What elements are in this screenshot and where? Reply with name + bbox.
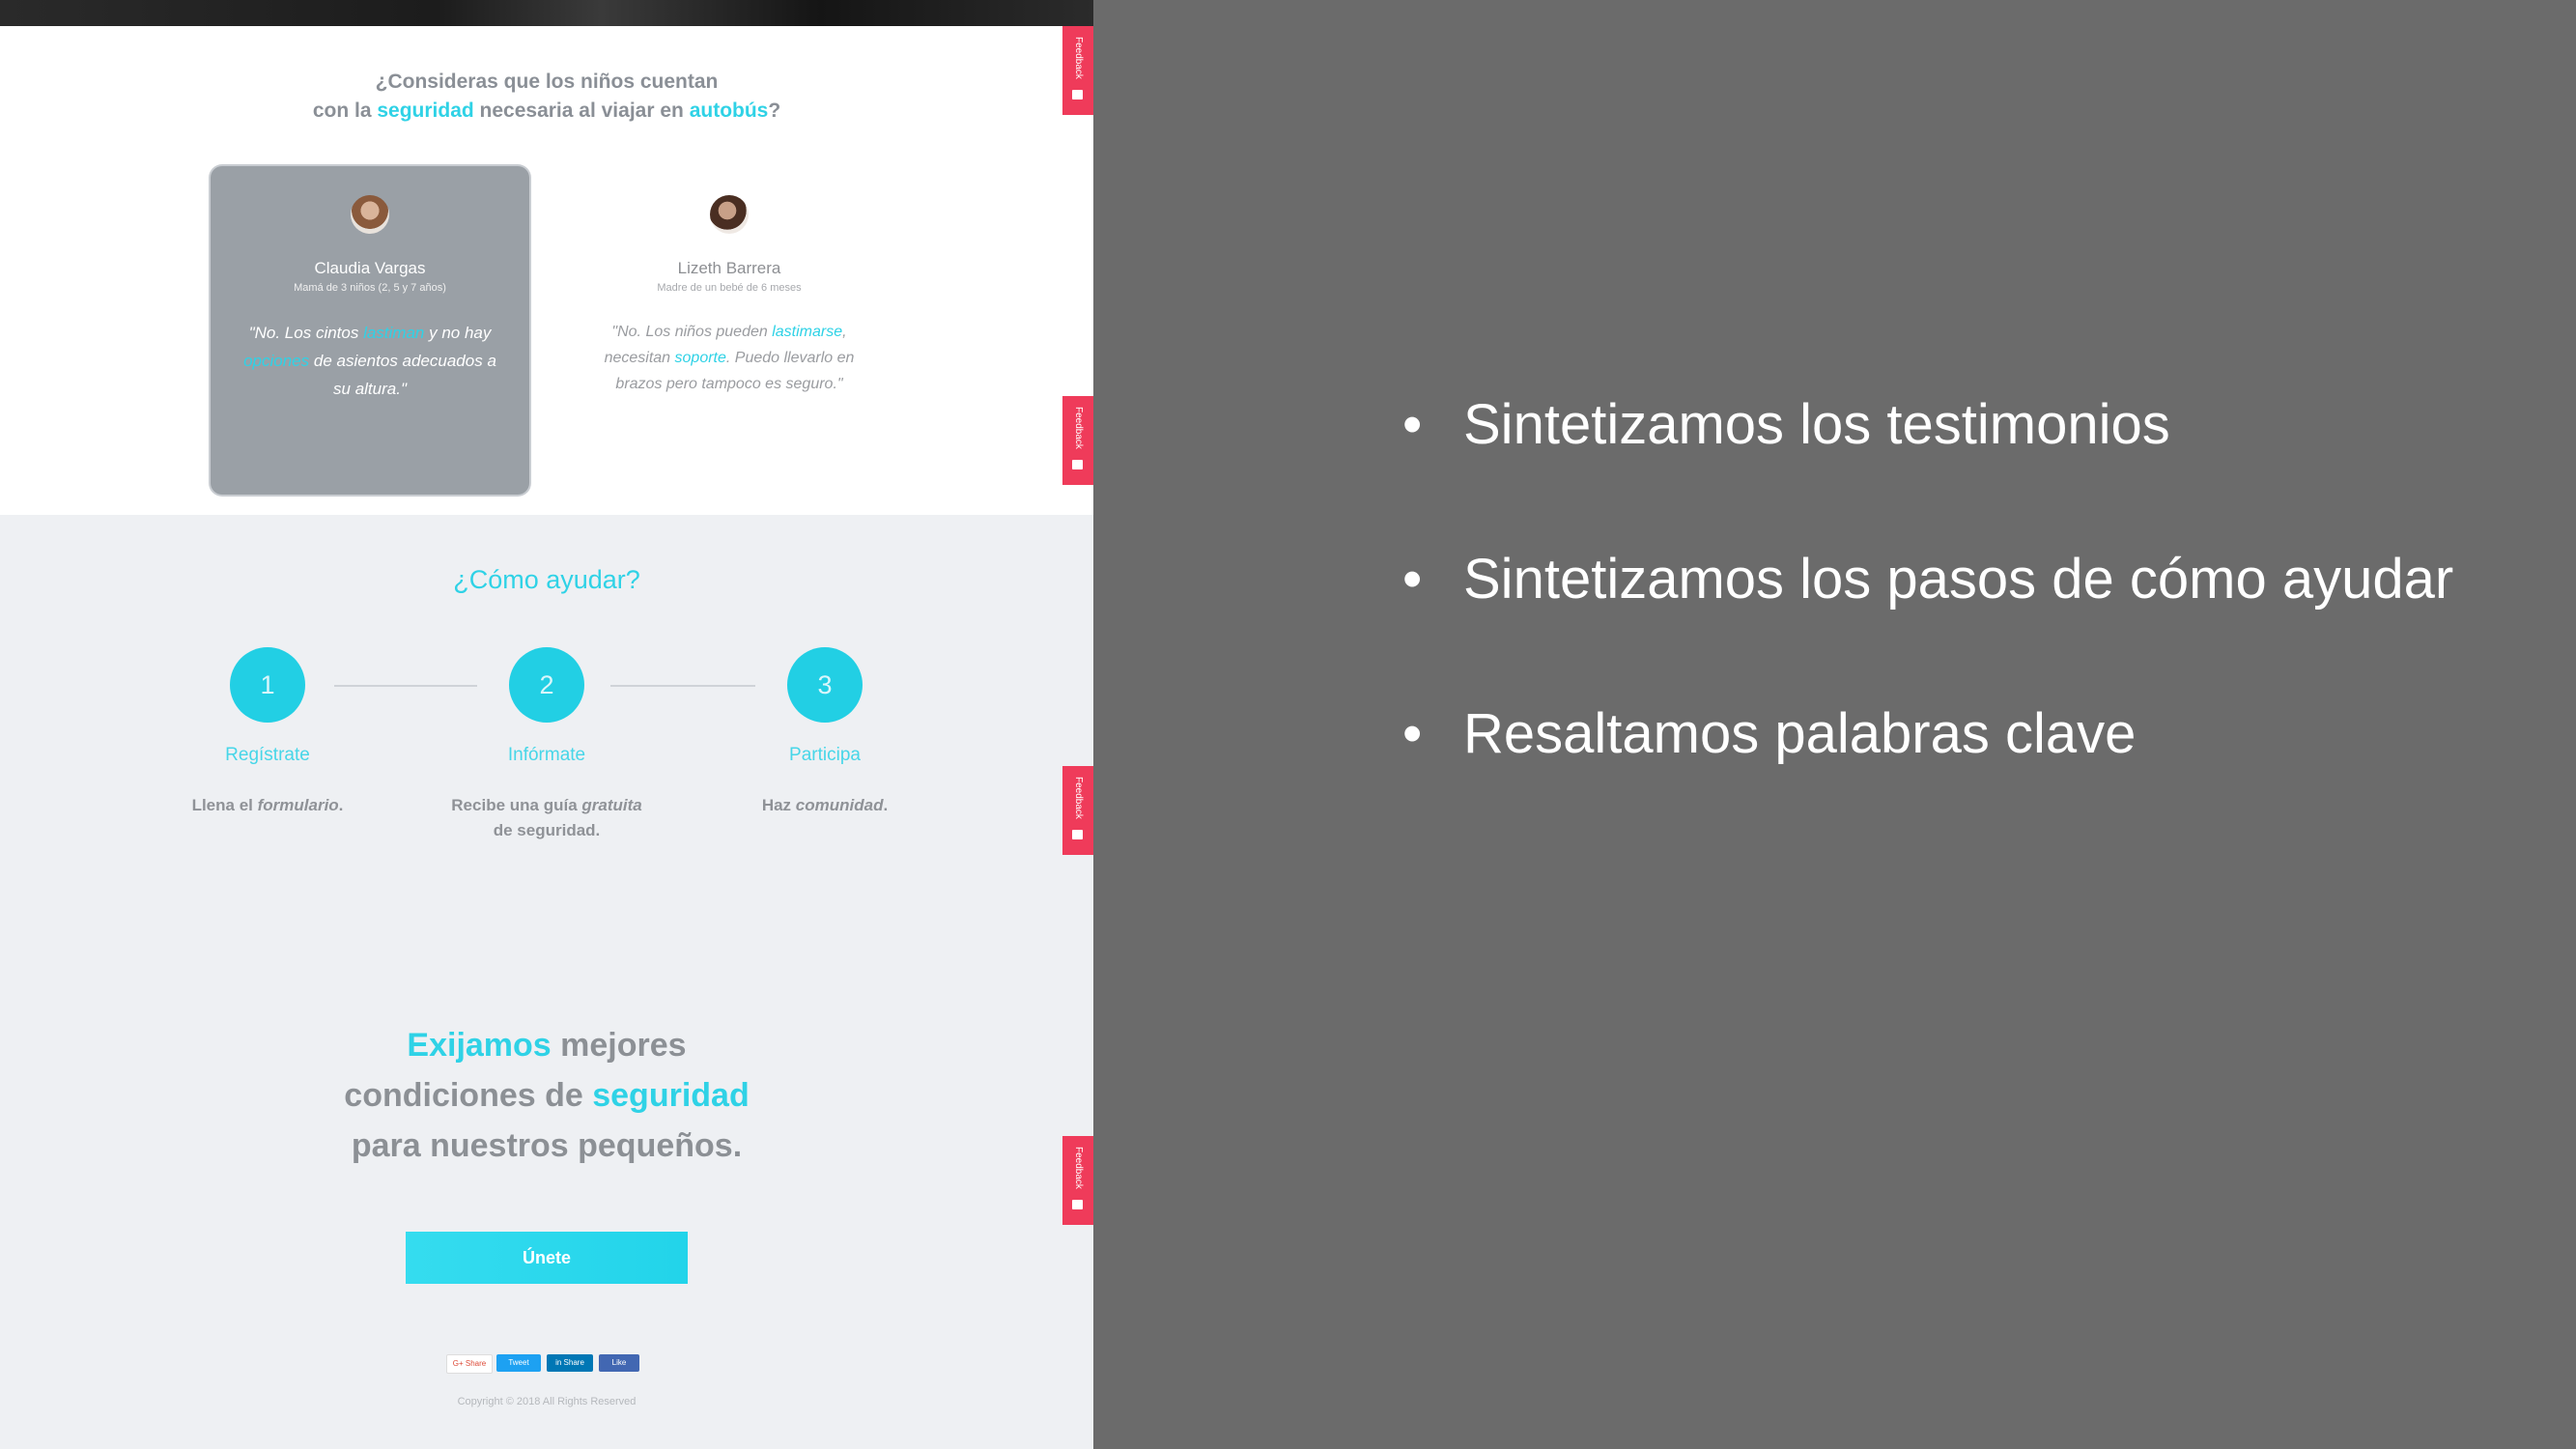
desc-emphasis: formulario [257,796,339,814]
testimonial-quote: "No. Los cintos lastiman y no hay opcion… [240,319,500,403]
twitter-tweet-button[interactable]: Tweet [496,1354,541,1372]
bullet-icon: • [1402,548,1423,611]
step-1-circle[interactable]: 1 [230,647,305,723]
desc-text: . [883,796,889,814]
slide-bullet: • Sintetizamos los testimonios [1391,386,2482,464]
desc-emphasis: comunidad [795,796,884,814]
how-to-help-section: ¿Cómo ayudar? 1 2 3 Regístrate Infórmate… [0,515,1093,1449]
question-text: necesaria al viajar en [473,99,690,122]
step-3-label[interactable]: Participa [719,745,931,766]
desc-text: de seguridad. [493,821,601,839]
feedback-icon [1072,460,1083,469]
google-plus-share-button[interactable]: G+ Share [446,1354,493,1374]
avatar [351,195,389,234]
survey-question: ¿Consideras que los niños cuentan con la… [0,68,1093,126]
slide-bullet: • Resaltamos palabras clave [1391,696,2482,773]
quote-keyword: lastimarse [772,324,843,340]
quote-keyword: opciones [243,352,310,370]
cta-text: condiciones de [344,1077,593,1114]
step-2-description: Recibe una guía gratuita de seguridad. [450,793,643,843]
step-3-circle[interactable]: 3 [787,647,863,723]
question-text: ? [768,99,781,122]
hero-image-strip [0,0,1093,26]
facebook-like-button[interactable]: Like [599,1354,639,1372]
cta-keyword: seguridad [592,1077,750,1114]
quote-text: y no hay [424,324,492,342]
bullet-text: Resaltamos palabras clave [1463,702,2137,765]
step-1-description: Llena el formulario. [156,793,379,818]
keyword-autobus: autobús [689,99,769,122]
testimonial-role: Mamá de 3 niños (2, 5 y 7 años) [294,282,446,294]
step-3-description: Haz comunidad. [714,793,936,818]
feedback-tab[interactable]: Feedback [1062,766,1093,855]
slide-bullet-list: • Sintetizamos los testimonios • Sintetiza… [1391,386,2482,850]
feedback-tab[interactable]: Feedback [1062,1136,1093,1225]
bullet-icon: • [1402,702,1423,765]
cta-keyword: Exijamos [407,1027,552,1064]
testimonial-card-lizeth[interactable]: Lizeth Barrera Madre de un bebé de 6 mes… [570,166,889,495]
slide-bullet: • Sintetizamos los pasos de cómo ayudar [1391,541,2482,618]
question-line-2: con la seguridad necesaria al viajar en … [0,97,1093,126]
question-line-1: ¿Consideras que los niños cuentan [375,71,719,93]
desc-text: Llena el [191,796,258,814]
quote-text: "No. Los cintos [248,324,364,342]
copyright-text: Copyright © 2018 All Rights Reserved [457,1396,637,1407]
feedback-label: Feedback [1073,1147,1084,1189]
feedback-label: Feedback [1073,37,1084,79]
desc-text: . [338,796,344,814]
bullet-text: Sintetizamos los pasos de cómo ayudar [1463,548,2454,611]
cta-headline: Exijamos mejores condiciones de segurida… [0,1020,1093,1171]
step-1-label[interactable]: Regístrate [161,745,374,766]
desc-text: Recibe una guía [451,796,582,814]
cta-line-1: Exijamos mejores [0,1020,1093,1070]
step-2-circle[interactable]: 2 [509,647,584,723]
join-button[interactable]: Únete [406,1232,688,1284]
avatar [710,195,749,234]
feedback-tab[interactable]: Feedback [1062,26,1093,115]
quote-keyword: lastiman [363,324,425,342]
cta-line-3: para nuestros pequeños. [351,1127,743,1164]
bullet-text: Sintetizamos los testimonios [1463,393,2170,456]
feedback-icon [1072,830,1083,839]
step-connector [610,685,755,687]
feedback-tab[interactable]: Feedback [1062,396,1093,485]
question-text: con la [312,99,378,122]
feedback-icon [1072,1200,1083,1209]
testimonial-quote: "No. Los niños pueden lastimarse, necesi… [589,319,869,397]
cta-line-2: condiciones de seguridad [0,1070,1093,1121]
testimonial-card-claudia[interactable]: Claudia Vargas Mamá de 3 niños (2, 5 y 7… [211,166,529,495]
step-2-label[interactable]: Infórmate [440,745,653,766]
testimonial-name: Claudia Vargas [314,259,426,277]
cta-text: mejores [551,1027,687,1064]
quote-keyword: soporte [674,350,726,366]
website-screenshot: ¿Consideras que los niños cuentan con la… [0,0,1093,1449]
step-connector [334,685,477,687]
keyword-seguridad: seguridad [377,99,474,122]
desc-text: Haz [761,796,796,814]
bullet-icon: • [1402,393,1423,456]
desc-emphasis: gratuita [581,796,642,814]
feedback-label: Feedback [1073,777,1084,819]
testimonial-role: Madre de un bebé de 6 meses [657,282,802,294]
testimonial-name: Lizeth Barrera [677,259,781,277]
quote-text: "No. Los niños pueden [611,324,773,340]
feedback-label: Feedback [1073,407,1084,449]
section-title: ¿Cómo ayudar? [453,565,640,594]
quote-text: de asientos adecuados a su altura." [309,352,496,398]
feedback-icon [1072,90,1083,99]
linkedin-share-button[interactable]: in Share [547,1354,593,1372]
